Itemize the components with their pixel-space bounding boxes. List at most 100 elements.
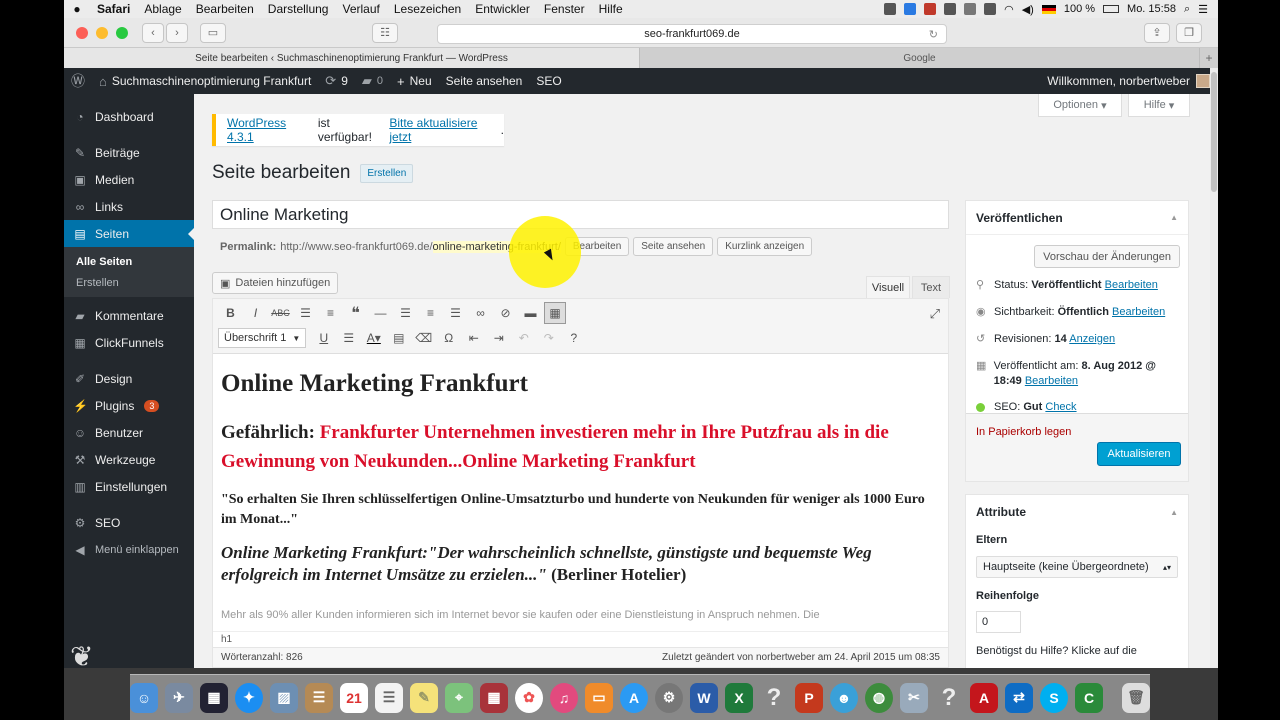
calendar-icon[interactable]: 21 xyxy=(340,682,368,713)
tab-visual[interactable]: Visuell xyxy=(866,276,910,298)
edit-status-link[interactable]: Bearbeiten xyxy=(1105,279,1158,291)
reader-icon[interactable]: ☷ xyxy=(372,22,398,43)
word-icon[interactable]: W xyxy=(690,682,718,713)
page-scrollbar[interactable] xyxy=(1210,68,1218,668)
align-left-icon[interactable]: ☰ xyxy=(393,302,418,324)
status-icon[interactable] xyxy=(944,3,957,15)
zoom-window-icon[interactable] xyxy=(116,26,128,39)
editor-content[interactable]: Online Marketing Frankfurt Gefährlich: F… xyxy=(213,354,948,629)
menu-verlauf[interactable]: Verlauf xyxy=(335,2,386,16)
align-center-icon[interactable]: ≡ xyxy=(418,302,443,324)
tabs-overview-icon[interactable]: ❐ xyxy=(1176,22,1202,43)
redo-icon[interactable]: ↷ xyxy=(536,327,561,349)
sidebar-item-dashboard[interactable]: ◔ Dashboard xyxy=(64,103,194,130)
skype-icon[interactable]: S xyxy=(1040,682,1068,713)
menu-bearbeiten[interactable]: Bearbeiten xyxy=(189,2,261,16)
help-icon[interactable]: ? xyxy=(561,327,586,349)
sidebar-item-posts[interactable]: ✎ Beiträge xyxy=(64,139,194,166)
screen-options-tab[interactable]: Optionen ▾ xyxy=(1038,94,1122,117)
volume-icon[interactable]: ◀) xyxy=(1022,3,1034,16)
edit-date-link[interactable]: Bearbeiten xyxy=(1025,375,1078,387)
collapse-arrow-icon[interactable]: ▲ xyxy=(1170,213,1178,222)
sidebar-item-links[interactable]: ∞ Links xyxy=(64,193,194,220)
utilities-icon[interactable]: ✂ xyxy=(900,682,928,713)
preview-icon[interactable]: ▨ xyxy=(270,682,298,713)
status-icon[interactable] xyxy=(904,3,917,15)
sidebar-item-tools[interactable]: ⚒ Werkzeuge xyxy=(64,446,194,473)
parent-select[interactable]: Hauptseite (keine Übergeordnete) ▴▾ xyxy=(976,556,1178,578)
back-button[interactable]: ‹ xyxy=(142,22,164,43)
underline-icon[interactable]: U xyxy=(311,327,336,349)
dropbox-icon[interactable] xyxy=(964,3,977,15)
photos-icon[interactable]: ✿ xyxy=(515,682,543,713)
clear-formatting-icon[interactable]: ⌫ xyxy=(411,327,436,349)
sidebar-item-plugins[interactable]: ⚡ Plugins 3 xyxy=(64,392,194,419)
trash-icon[interactable]: 🗑 xyxy=(1122,682,1150,713)
preview-changes-button[interactable]: Vorschau der Änderungen xyxy=(1034,245,1180,268)
insert-link-icon[interactable]: ∞ xyxy=(468,302,493,324)
submenu-new-page[interactable]: Erstellen xyxy=(76,272,194,293)
bullet-list-icon[interactable]: ☰ xyxy=(293,302,318,324)
battery-label[interactable]: 100 % xyxy=(1064,3,1095,15)
excel-icon[interactable]: X xyxy=(725,682,753,713)
acrobat-icon[interactable]: A xyxy=(970,682,998,713)
menu-app[interactable]: Safari xyxy=(90,2,137,16)
system-preferences-icon[interactable]: ⚙ xyxy=(655,682,683,713)
new-content-link[interactable]: + Neu xyxy=(390,74,439,89)
view-page-link[interactable]: Seite ansehen xyxy=(439,74,530,88)
submenu-all-pages[interactable]: Alle Seiten xyxy=(76,251,194,272)
new-tab-icon[interactable]: + xyxy=(1200,48,1218,68)
sidebar-toggle-button[interactable]: ▭ xyxy=(200,22,226,43)
view-page-button[interactable]: Seite ansehen xyxy=(633,237,714,256)
publish-box-header[interactable]: Veröffentlichen ▲ xyxy=(966,201,1188,235)
photo-booth-icon[interactable]: ▦ xyxy=(480,682,508,713)
strikethrough-icon[interactable]: ABC xyxy=(268,302,293,324)
fullscreen-icon[interactable]: ⤢ xyxy=(930,306,940,322)
add-media-button[interactable]: ▣ Dateien hinzufügen xyxy=(212,272,339,294)
status-icon[interactable] xyxy=(924,3,937,15)
contacts-icon[interactable]: ☰ xyxy=(305,682,333,713)
launchpad-icon[interactable]: ✈ xyxy=(165,682,193,713)
tab-text[interactable]: Text xyxy=(912,276,950,298)
tab-wordpress[interactable]: Seite bearbeiten ‹ Suchmaschinenoptimier… xyxy=(64,48,640,68)
menu-darstellung[interactable]: Darstellung xyxy=(261,2,336,16)
sidebar-item-users[interactable]: ☺ Benutzer xyxy=(64,419,194,446)
mission-control-icon[interactable]: ▦ xyxy=(200,682,228,713)
scrollbar-thumb[interactable] xyxy=(1211,72,1217,192)
finder-icon[interactable]: ☺ xyxy=(130,682,158,713)
shortlink-button[interactable]: Kurzlink anzeigen xyxy=(717,237,813,256)
address-bar[interactable]: seo-frankfurt069.de ↻ xyxy=(437,24,947,44)
attributes-box-header[interactable]: Attribute ▲ xyxy=(966,495,1188,529)
menu-lesezeichen[interactable]: Lesezeichen xyxy=(387,2,468,16)
menu-fenster[interactable]: Fenster xyxy=(537,2,592,16)
sidebar-item-media[interactable]: ▣ Medien xyxy=(64,166,194,193)
account-menu[interactable]: Willkommen, norbertweber xyxy=(1047,74,1218,88)
itunes-icon[interactable]: ♫ xyxy=(550,682,578,713)
ibooks-icon[interactable]: ▭ xyxy=(585,682,613,713)
menu-ablage[interactable]: Ablage xyxy=(137,2,188,16)
add-new-page-button[interactable]: Erstellen xyxy=(360,163,414,183)
status-icon[interactable] xyxy=(984,3,997,15)
trash-link[interactable]: In Papierkorb legen xyxy=(976,426,1071,438)
sidebar-collapse[interactable]: ◀ Menü einklappen xyxy=(64,536,194,563)
tab-google[interactable]: Google xyxy=(640,48,1200,68)
sidebar-item-design[interactable]: ✐ Design xyxy=(64,365,194,392)
horizontal-line-icon[interactable]: — xyxy=(368,302,393,324)
notes-icon[interactable]: ✎ xyxy=(410,682,438,713)
share-icon[interactable]: ⇪ xyxy=(1144,22,1170,43)
maps-icon[interactable]: ⌖ xyxy=(445,682,473,713)
teamviewer-icon[interactable]: ⇄ xyxy=(1005,682,1033,713)
list-icon[interactable]: ☰ xyxy=(1198,3,1208,16)
menu-entwickler[interactable]: Entwickler xyxy=(468,2,537,16)
forward-button[interactable]: › xyxy=(166,22,188,43)
search-icon[interactable]: ⌕ xyxy=(1184,3,1190,16)
outdent-icon[interactable]: ⇤ xyxy=(461,327,486,349)
minimize-window-icon[interactable] xyxy=(96,26,108,39)
align-right-icon[interactable]: ☰ xyxy=(443,302,468,324)
seo-check-link[interactable]: Check xyxy=(1045,401,1076,413)
edit-visibility-link[interactable]: Bearbeiten xyxy=(1112,306,1165,318)
camtasia-icon[interactable]: C xyxy=(1075,682,1103,713)
toolbar-toggle-icon[interactable]: ▦ xyxy=(544,302,566,324)
apple-icon[interactable]: ● xyxy=(64,2,90,16)
collapse-arrow-icon[interactable]: ▲ xyxy=(1170,508,1178,517)
